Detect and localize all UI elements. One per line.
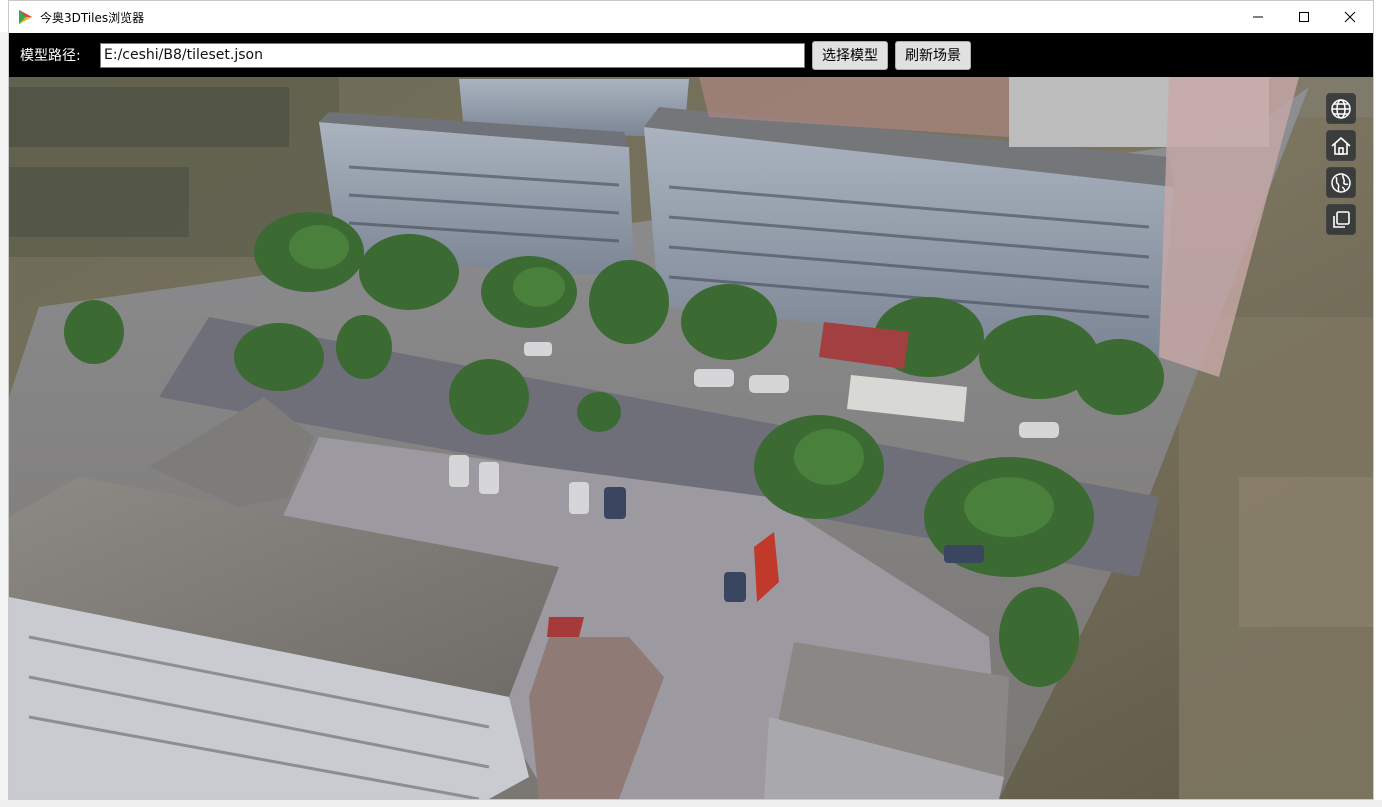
window-title: 今奥3DTiles浏览器 (40, 10, 145, 25)
close-button[interactable] (1327, 1, 1373, 33)
layers-button[interactable] (1326, 204, 1356, 235)
maximize-button[interactable] (1281, 1, 1327, 33)
app-window: 今奥3DTiles浏览器 模型路径: E:/ceshi/B8/tileset.j… (8, 0, 1374, 800)
earth-view-icon (1331, 172, 1351, 193)
3d-scene-render (9, 77, 1373, 799)
home-button[interactable] (1326, 130, 1356, 161)
home-icon (1331, 136, 1351, 155)
maximize-icon (1299, 12, 1309, 22)
title-bar[interactable]: 今奥3DTiles浏览器 (9, 1, 1373, 33)
globe-button[interactable] (1326, 93, 1356, 124)
navigation-tools (1326, 93, 1356, 235)
app-logo-icon (19, 10, 32, 24)
minimize-button[interactable] (1235, 1, 1281, 33)
select-model-button[interactable]: 选择模型 (812, 40, 888, 70)
desktop-background (0, 32, 8, 807)
model-path-label: 模型路径: (20, 48, 81, 64)
refresh-scene-button[interactable]: 刷新场景 (895, 40, 971, 70)
close-icon (1344, 11, 1356, 23)
minimize-icon (1253, 16, 1263, 18)
3d-viewport[interactable] (9, 77, 1373, 799)
desktop-background-bottom (0, 800, 1382, 807)
toolbar: 模型路径: E:/ceshi/B8/tileset.json 选择模型 刷新场景 (9, 33, 1373, 77)
earth-view-button[interactable] (1326, 167, 1356, 198)
window-controls (1235, 1, 1373, 33)
layers-icon (1333, 210, 1350, 228)
model-path-input[interactable]: E:/ceshi/B8/tileset.json (100, 42, 805, 68)
globe-icon (1331, 98, 1351, 119)
